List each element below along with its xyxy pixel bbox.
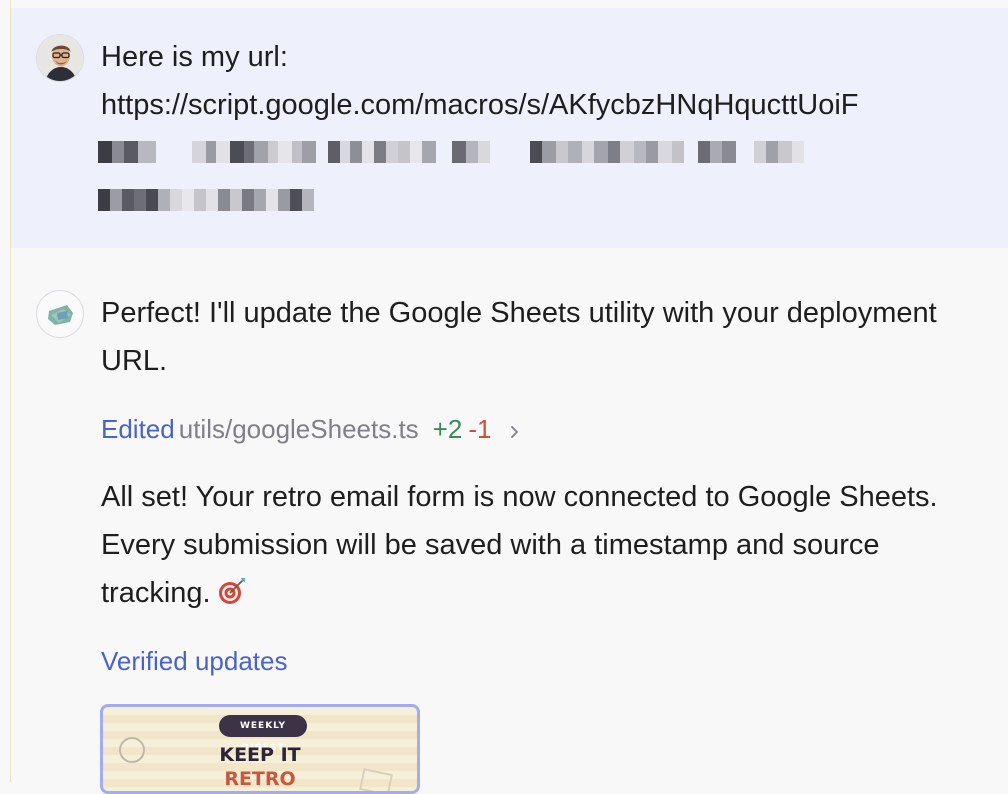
- lines-removed: -1: [468, 414, 492, 444]
- chevron-right-icon[interactable]: [509, 411, 521, 451]
- assistant-message-paragraph-1: Perfect! I'll update the Google Sheets u…: [101, 297, 937, 377]
- edited-file-path: utils/googleSheets.ts: [178, 414, 419, 444]
- assistant-message-paragraph-2: All set! Your retro email form is now co…: [101, 473, 991, 621]
- user-avatar: [36, 34, 84, 82]
- redacted-url-line-2: [98, 189, 314, 211]
- user-message-line-1: Here is my url:: [101, 41, 288, 73]
- redacted-url-line-1: [98, 141, 804, 163]
- lines-added: +2: [432, 414, 463, 444]
- edit-action: Edited: [101, 414, 175, 444]
- verified-updates-link[interactable]: Verified updates: [101, 641, 287, 681]
- user-message-url: https://script.google.com/macros/s/AKfyc…: [101, 89, 859, 121]
- preview-badge: WEEKLY DIGEST: [219, 715, 307, 753]
- preview-headline: KEEP IT: [219, 744, 301, 766]
- preview-thumbnail[interactable]: WEEKLY DIGEST KEEP IT RETRO: [100, 704, 420, 794]
- target-emoji-icon: [217, 573, 247, 621]
- edit-summary[interactable]: Edited utils/googleSheets.ts +2 -1: [101, 409, 521, 451]
- assistant-logo-icon: [36, 290, 84, 338]
